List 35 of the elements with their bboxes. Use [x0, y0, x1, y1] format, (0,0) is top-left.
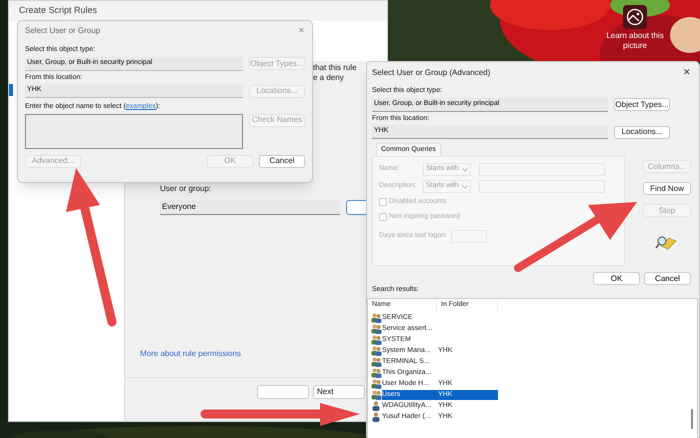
cancel-button[interactable]: Cancel	[644, 272, 691, 285]
ok-button[interactable]: OK	[593, 272, 640, 285]
description-text: e a deny	[313, 73, 345, 83]
object-name-field[interactable]	[25, 114, 243, 148]
chevron-icon	[462, 184, 468, 188]
user-group-field[interactable]: Everyone	[160, 200, 340, 215]
object-types-button[interactable]: Object Types...	[614, 98, 670, 111]
group-icon	[371, 390, 382, 400]
checkbox[interactable]	[379, 198, 387, 206]
rule-permissions-link[interactable]: More about rule permissions	[140, 349, 241, 358]
query-button[interactable]: Find Now	[643, 182, 691, 195]
close-button[interactable]: ✕	[683, 66, 691, 80]
search-icon	[655, 234, 677, 250]
next-button[interactable]: Next	[313, 385, 365, 399]
dialog-title: Select User or Group	[25, 25, 100, 37]
window-title: Create Script Rules	[19, 4, 98, 18]
group-icon	[371, 313, 382, 323]
group-icon	[371, 324, 382, 334]
cancel-button[interactable]: Cancel	[259, 154, 305, 168]
group-icon	[371, 335, 382, 345]
locations-button[interactable]: Locations...	[614, 126, 670, 138]
picture-info-icon[interactable]	[623, 5, 647, 29]
group-icon	[371, 346, 382, 356]
dialog-title: Select User or Group (Advanced)	[372, 67, 490, 79]
checkbox[interactable]	[379, 212, 387, 221]
group-icon	[371, 379, 382, 389]
user-icon	[371, 401, 382, 411]
chevron-icon	[462, 168, 468, 172]
scrollbar[interactable]	[691, 408, 693, 428]
selection-marker	[9, 84, 13, 96]
user-icon	[371, 412, 382, 422]
desktop-icon-label: Learn about this picture	[605, 31, 665, 51]
previous-button[interactable]	[257, 385, 309, 399]
group-icon	[371, 357, 382, 367]
group-icon	[371, 368, 382, 378]
